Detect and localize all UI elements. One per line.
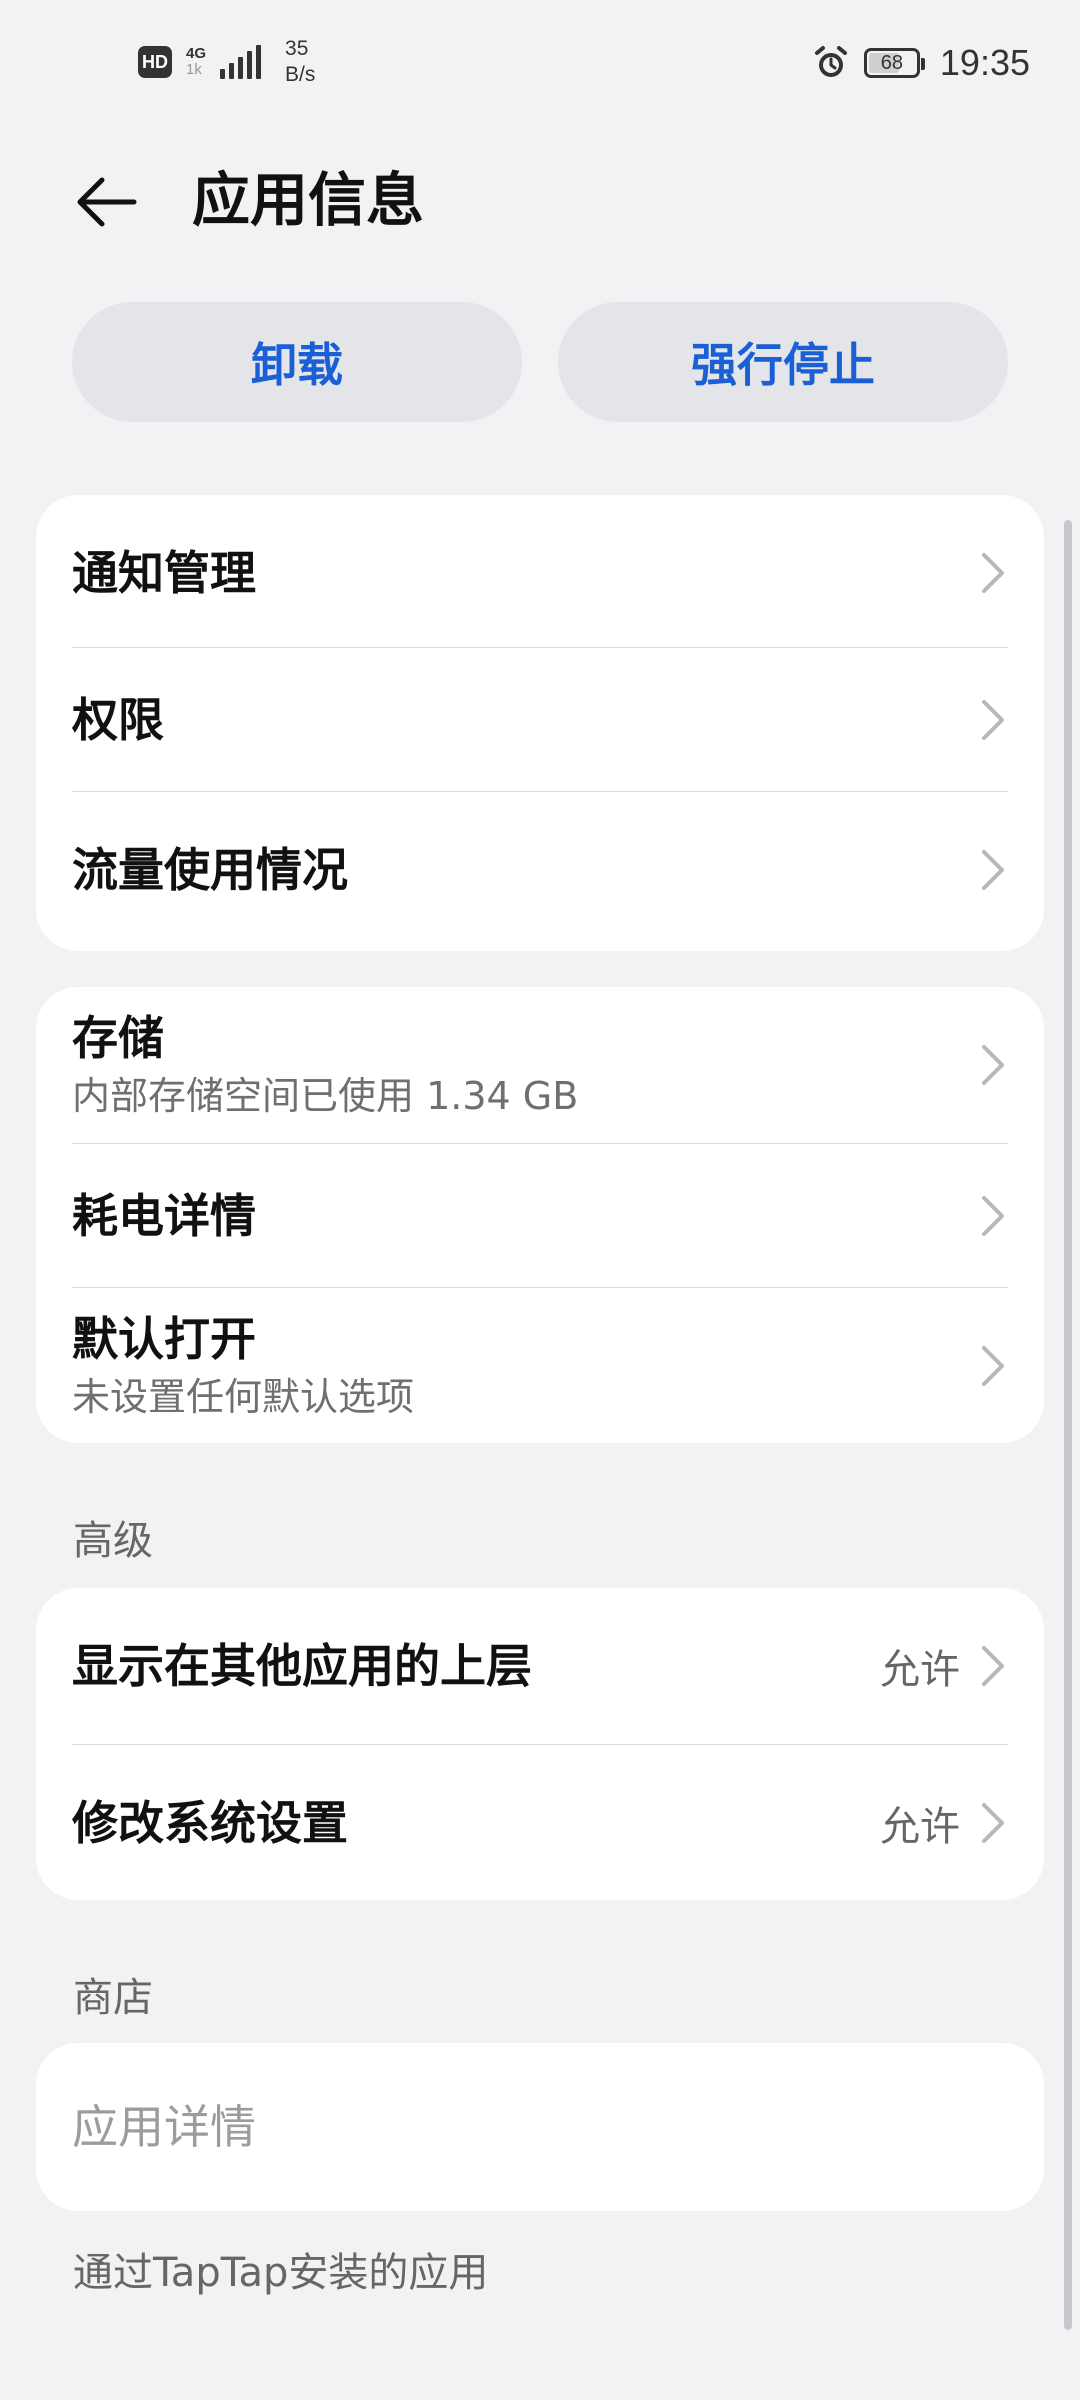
row-text: 权限: [72, 690, 978, 750]
row-title: 应用详情: [72, 2100, 256, 2154]
row-open-by-default[interactable]: 默认打开 未设置任何默认选项: [72, 1287, 1008, 1443]
battery-level: 68: [880, 51, 904, 74]
row-title: 耗电详情: [72, 1188, 256, 1243]
row-value: 允许: [880, 1803, 960, 1850]
row-storage[interactable]: 存储 内部存储空间已使用 1.34 GB: [72, 987, 1008, 1143]
arrow-left-icon[interactable]: [68, 162, 148, 242]
status-right: 68 19:35: [812, 42, 1030, 84]
settings-card-advanced: 显示在其他应用的上层 允许 修改系统设置 允许: [36, 1588, 1044, 1900]
chevron-right-icon: [982, 1646, 1004, 1686]
row-text: 修改系统设置: [72, 1793, 880, 1853]
row-title: 权限: [72, 692, 164, 747]
row-app-details: 应用详情: [72, 2043, 1008, 2211]
settings-card-store: 应用详情: [36, 2043, 1044, 2211]
app-bar: 应用信息: [0, 150, 1080, 280]
status-bar: HD 4G 1k 35 B/s 68 19:35: [0, 0, 1080, 130]
speed-value: 35: [285, 37, 309, 60]
chevron-right-icon: [982, 699, 1004, 740]
row-text: 耗电详情: [72, 1186, 978, 1246]
network-speed: 35 B/s: [285, 36, 315, 88]
section-label-store: 商店: [73, 1975, 153, 2021]
network-type-label: 4G: [186, 45, 207, 62]
row-notification-management[interactable]: 通知管理: [72, 495, 1008, 647]
row-text: 流量使用情况: [72, 840, 978, 900]
row-text: 显示在其他应用的上层: [72, 1636, 880, 1696]
settings-card-storage: 存储 内部存储空间已使用 1.34 GB 耗电详情 默认打开 未设置任何默认选项: [36, 987, 1044, 1443]
chevron-right-icon: [982, 1045, 1004, 1085]
chevron-right-icon: [982, 553, 1004, 593]
chevron-right-icon: [982, 849, 1004, 890]
row-text: 默认打开 未设置任何默认选项: [72, 1309, 978, 1423]
row-title: 显示在其他应用的上层: [72, 1639, 532, 1693]
chevron-right-icon: [982, 1195, 1004, 1236]
row-title: 修改系统设置: [72, 1795, 348, 1850]
row-battery-usage[interactable]: 耗电详情: [72, 1143, 1008, 1287]
row-data-usage[interactable]: 流量使用情况: [72, 791, 1008, 947]
status-left: HD 4G 1k 35 B/s: [138, 36, 315, 88]
force-stop-button[interactable]: 强行停止: [558, 302, 1008, 422]
row-value: 允许: [880, 1647, 960, 1693]
row-text: 通知管理: [72, 543, 978, 603]
install-source-note: 通过TapTap安装的应用: [73, 2250, 489, 2296]
settings-card-general: 通知管理 权限 流量使用情况: [36, 495, 1044, 951]
row-text: 应用详情: [72, 2097, 1008, 2157]
row-display-over-apps[interactable]: 显示在其他应用的上层 允许: [72, 1588, 1008, 1744]
row-title: 默认打开: [72, 1311, 256, 1366]
chevron-right-icon: [982, 1802, 1004, 1843]
signal-icon: [220, 45, 262, 79]
row-title: 存储: [72, 1011, 164, 1065]
section-label-advanced: 高级: [73, 1518, 153, 1564]
row-permissions[interactable]: 权限: [72, 647, 1008, 791]
row-subtitle: 未设置任何默认选项: [72, 1374, 415, 1419]
scrollbar[interactable]: [1064, 520, 1072, 2330]
chevron-right-icon: [982, 1345, 1004, 1386]
page-title: 应用信息: [192, 166, 425, 234]
row-title: 通知管理: [72, 546, 256, 600]
clock: 19:35: [939, 42, 1030, 83]
battery-icon: 68: [863, 48, 925, 78]
action-buttons: 卸载 强行停止: [72, 302, 1008, 422]
row-modify-system-settings[interactable]: 修改系统设置 允许: [72, 1744, 1008, 1900]
row-subtitle: 内部存储空间已使用 1.34 GB: [72, 1074, 579, 1118]
alarm-icon: [814, 46, 847, 77]
network-type: 4G 1k: [186, 46, 206, 78]
uninstall-button[interactable]: 卸载: [72, 302, 522, 422]
hd-badge: HD: [138, 46, 172, 78]
network-sub-label: 1k: [186, 61, 202, 78]
row-title: 流量使用情况: [72, 842, 348, 897]
speed-unit: B/s: [285, 63, 316, 86]
row-text: 存储 内部存储空间已使用 1.34 GB: [72, 1008, 978, 1122]
